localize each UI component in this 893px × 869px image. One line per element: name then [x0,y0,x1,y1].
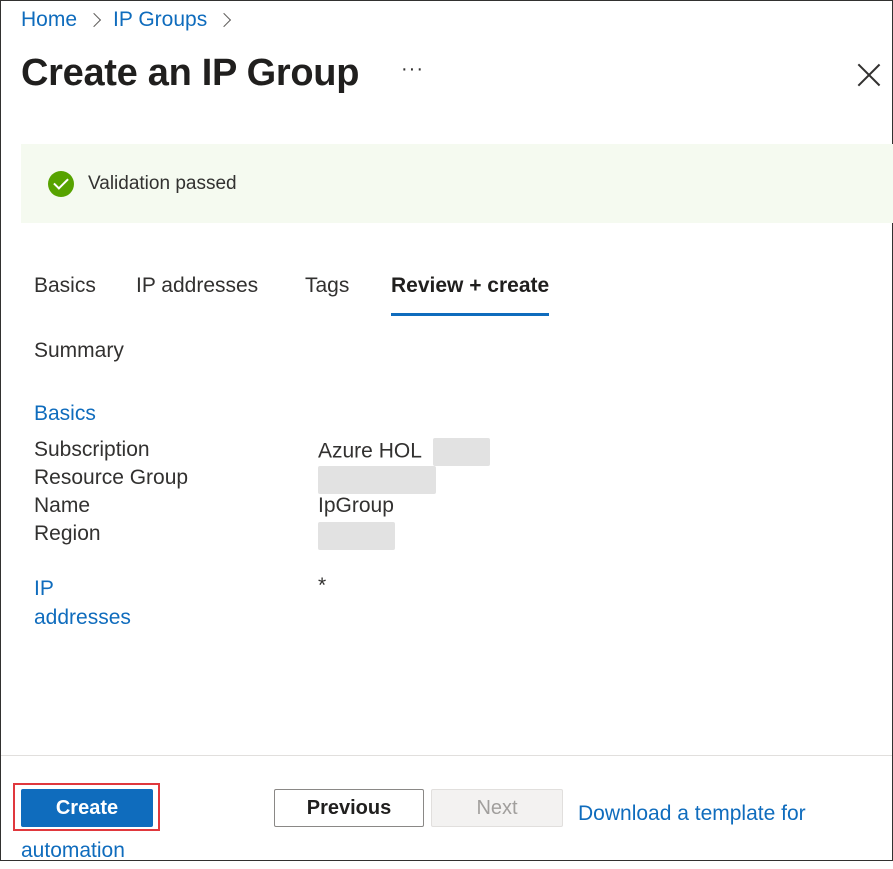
checkmark-circle-icon [48,170,74,197]
redacted-block [432,438,490,466]
subscription-text: Azure HOL [318,439,422,463]
subscription-value: Azure HOL [318,438,490,466]
ip-addresses-value: * [318,574,327,597]
basics-section-link[interactable]: Basics [34,402,96,426]
more-options-icon[interactable]: ··· [401,58,424,81]
redacted-block [318,466,436,494]
blade-frame [0,0,893,861]
download-template-link[interactable]: Download a template for automation [21,795,841,869]
page-title: Create an IP Group [21,52,360,94]
ip-addresses-section-link[interactable]: IP addresses [34,574,131,632]
chevron-right-icon [217,12,232,28]
ip-heading-line1: IP [34,577,54,600]
breadcrumb-home[interactable]: Home [21,8,77,32]
summary-heading: Summary [34,339,124,362]
subscription-label: Subscription [34,438,150,461]
breadcrumb-ip-groups[interactable]: IP Groups [113,8,207,32]
region-label: Region [34,522,101,545]
chevron-right-icon [86,12,102,28]
name-value: IpGroup [318,494,394,517]
region-value [318,522,395,550]
validation-banner: Validation passed [21,144,893,223]
tab-tags[interactable]: Tags [305,274,349,298]
validation-message: Validation passed [88,172,237,194]
footer-divider [1,755,892,756]
breadcrumb: Home IP Groups [21,8,243,32]
ip-heading-line2: addresses [34,606,131,629]
resource-group-label: Resource Group [34,466,189,489]
tab-ip-addresses[interactable]: IP addresses [136,274,258,298]
close-icon[interactable] [856,62,882,88]
tab-review-create[interactable]: Review + create [391,274,550,316]
name-label: Name [34,494,91,517]
tab-basics[interactable]: Basics [34,274,96,298]
redacted-block [318,522,395,550]
resource-group-value [318,466,436,494]
